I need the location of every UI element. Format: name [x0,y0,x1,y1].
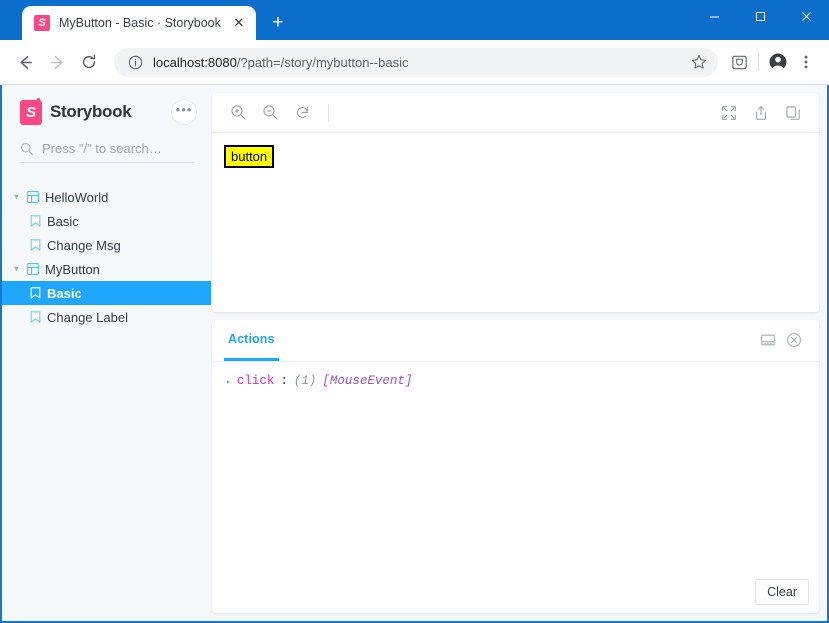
storybook-sidebar: S Storybook ••• Press "/" to search… ▼ H… [2,85,211,621]
sidebar-story-mybutton-basic[interactable]: Basic [2,281,211,305]
zoom-in-icon[interactable] [224,99,252,127]
url-host: localhost:8080 [153,54,237,70]
profile-icon[interactable] [765,49,791,75]
story-tree: ▼ HelloWorld Basic Change Msg ▼ MyButton… [2,185,211,329]
preview-canvas: button [212,133,819,312]
browser-toolbar: localhost:8080/?path=/story/mybutton--ba… [0,40,829,85]
page-content: S Storybook ••• Press "/" to search… ▼ H… [0,85,829,623]
addons-panel: Actions ▸ click: (1) [MouseEvent] Clear [212,319,819,614]
actions-log: ▸ click: (1) [MouseEvent] Clear [212,362,819,614]
story-bookmark-icon [30,311,41,323]
action-colon: : [280,373,288,388]
url-path: /?path=/story/mybutton--basic [236,54,409,70]
sidebar-item-label: Basic [47,285,82,301]
chevron-down-icon[interactable]: ▼ [12,265,21,274]
component-icon [27,191,39,203]
sidebar-menu-button[interactable]: ••• [171,99,197,125]
close-circle-icon[interactable] [781,327,807,353]
sidebar-item-mybutton[interactable]: ▼ MyButton [2,257,211,281]
main-area: button Actions ▸ click: (1) [MouseEvent… [211,85,827,621]
back-icon[interactable] [10,47,40,77]
sidebar-brand-title: Storybook [50,102,132,121]
storybook-logo-icon: S [20,97,42,125]
panel-tab-bar: Actions [212,320,819,362]
preview-toolbar-divider [328,103,329,122]
copy-icon[interactable] [779,99,807,127]
fullscreen-icon[interactable] [715,99,743,127]
maximize-button[interactable] [737,0,783,32]
sidebar-item-label: Change Label [47,309,128,325]
three-dot-menu-icon[interactable] [793,49,819,75]
chevron-down-icon[interactable]: ▼ [12,193,21,202]
address-bar-text: localhost:8080/?path=/story/mybutton--ba… [153,55,677,70]
sidebar-item-label: MyButton [45,261,100,277]
expand-caret-icon[interactable]: ▸ [226,377,231,387]
window-controls [691,0,829,32]
sidebar-story-helloworld-change-msg[interactable]: Change Msg [2,233,211,257]
preview-card: button [212,93,819,312]
sidebar-item-helloworld[interactable]: ▼ HelloWorld [2,185,211,209]
action-count: (1) [293,373,317,388]
reload-icon[interactable] [74,47,104,77]
preview-toolbar [212,93,819,133]
forward-icon[interactable] [42,47,72,77]
extension-icon[interactable] [726,49,752,75]
tab-actions[interactable]: Actions [224,320,279,361]
sidebar-story-mybutton-change-label[interactable]: Change Label [2,305,211,329]
sidebar-search[interactable]: Press "/" to search… [20,141,195,163]
browser-window: S MyButton - Basic · Storybook ✕ + local… [0,0,829,623]
story-bookmark-icon [30,239,41,251]
action-log-row[interactable]: ▸ click: (1) [MouseEvent] [220,374,811,388]
action-name: click [236,373,275,388]
story-demo-button[interactable]: button [224,145,275,168]
browser-titlebar: S MyButton - Basic · Storybook ✕ + [0,0,829,40]
tab-title: MyButton - Basic · Storybook [59,16,221,30]
sidebar-item-label: Basic [47,213,79,229]
sidebar-header: S Storybook ••• [2,85,211,133]
tab-strip: S MyButton - Basic · Storybook ✕ + [0,0,292,40]
close-tab-icon[interactable]: ✕ [230,14,248,32]
action-type: [MouseEvent] [322,373,413,388]
sidebar-story-helloworld-basic[interactable]: Basic [2,209,211,233]
sidebar-item-label: HelloWorld [45,189,109,205]
address-bar[interactable]: localhost:8080/?path=/story/mybutton--ba… [114,47,718,77]
zoom-reset-icon[interactable] [288,99,316,127]
sidebar-item-label: Change Msg [47,237,121,253]
clear-actions-button[interactable]: Clear [755,579,809,605]
close-window-button[interactable] [783,0,829,32]
search-input-placeholder[interactable]: Press "/" to search… [42,141,195,156]
zoom-out-icon[interactable] [256,99,284,127]
share-icon[interactable] [747,99,775,127]
storybook-favicon-icon: S [34,15,50,31]
toolbar-divider [758,53,759,71]
star-icon[interactable] [686,49,712,75]
panel-position-icon[interactable] [755,327,781,353]
minimize-button[interactable] [691,0,737,32]
search-icon [20,142,34,156]
component-icon [27,263,39,275]
new-tab-button[interactable]: + [264,9,292,37]
page-info-icon[interactable] [126,53,144,71]
story-bookmark-icon [30,287,41,299]
browser-tab[interactable]: S MyButton - Basic · Storybook ✕ [22,6,256,40]
story-bookmark-icon [30,215,41,227]
